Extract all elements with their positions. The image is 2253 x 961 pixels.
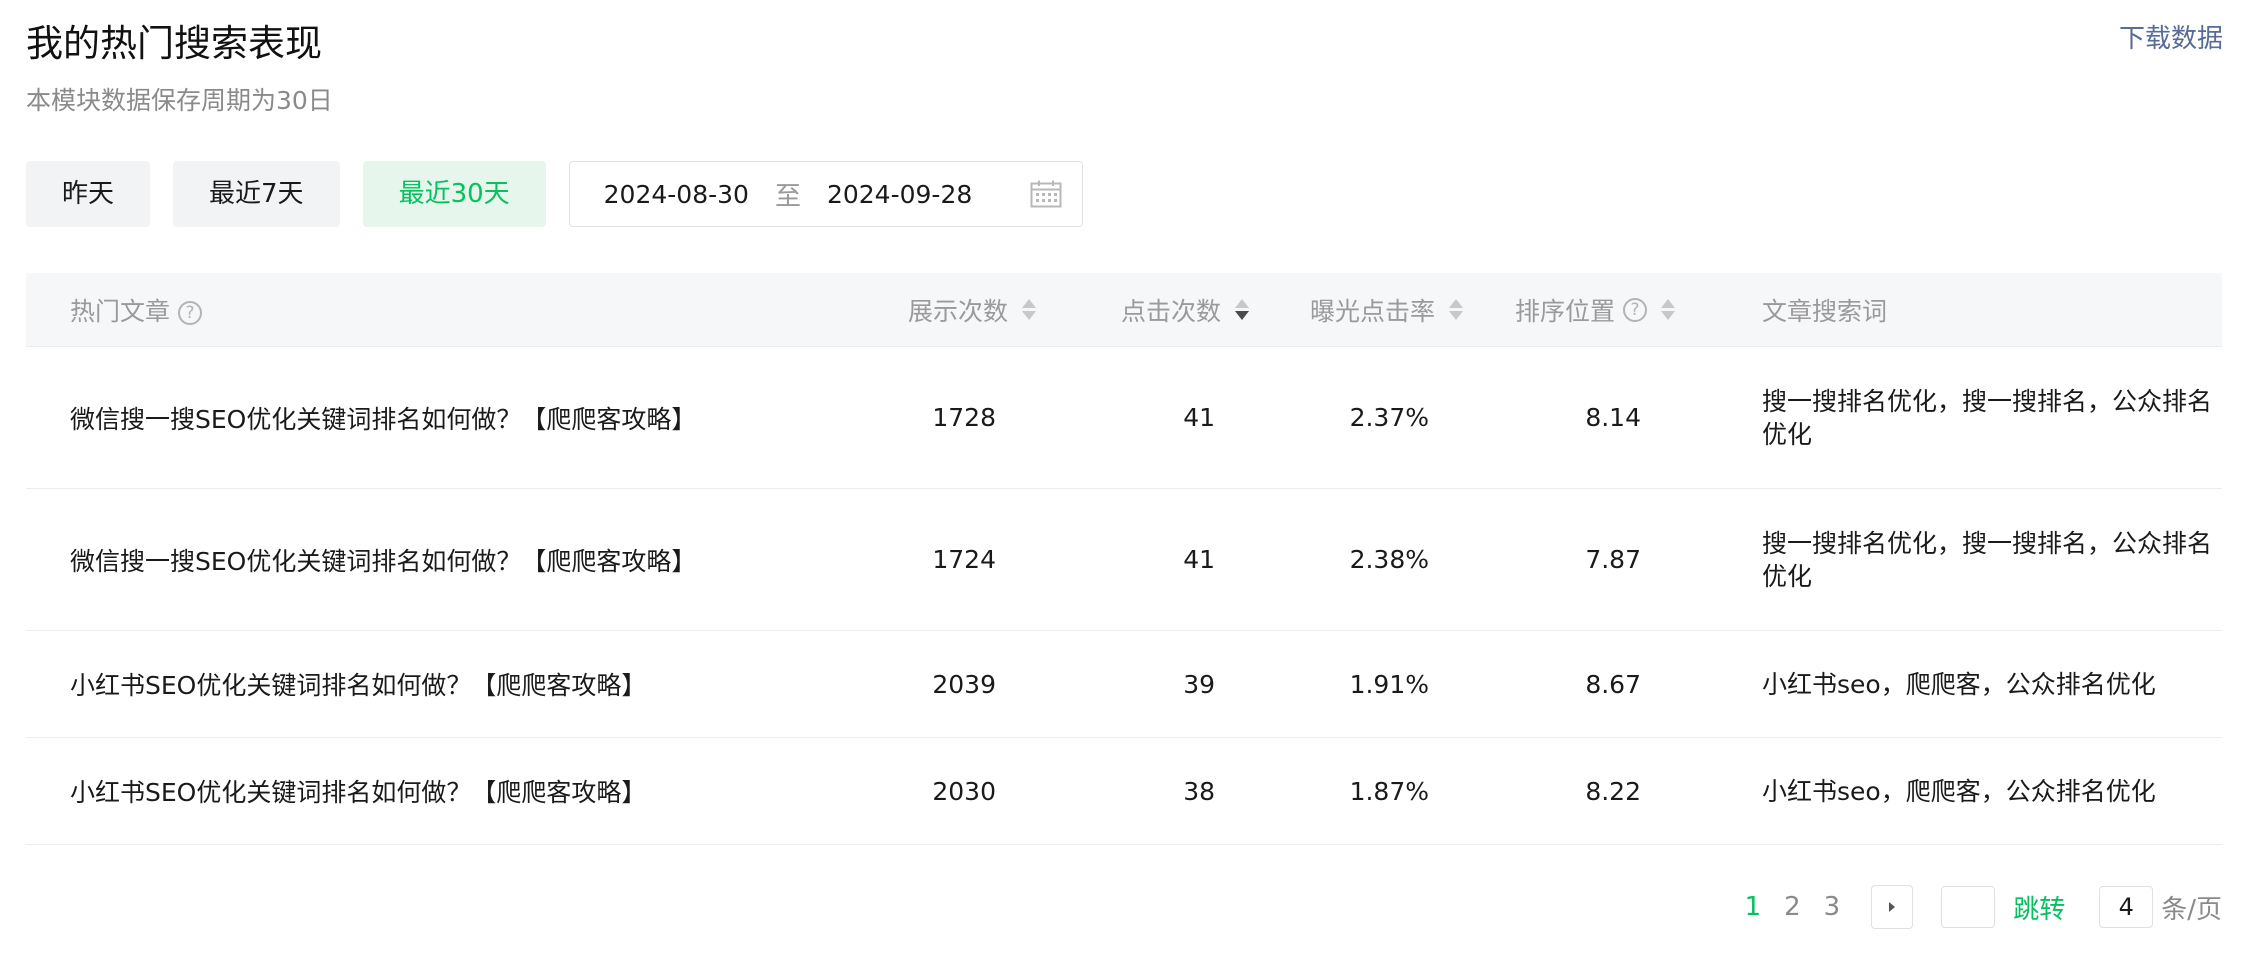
next-page-button[interactable] <box>1871 885 1914 929</box>
sort-icon[interactable] <box>1022 295 1036 325</box>
date-start-field[interactable]: 2024-08-30 <box>604 180 749 209</box>
ctr-cell: 2.37% <box>1349 403 1429 432</box>
column-header-impressions-label: 展示次数 <box>907 296 1008 326</box>
column-header-clicks-label: 点击次数 <box>1120 296 1221 326</box>
keywords-text: 搜一搜排名优化，搜一搜排名，公众排名优化 <box>1762 528 2213 591</box>
chevron-right-icon <box>1889 902 1896 912</box>
table-row: 微信搜一搜SEO优化关键词排名如何做？【爬爬客攻略】 1728 41 2.37%… <box>26 347 2222 489</box>
keywords-cell: 小红书seo，爬爬客，公众排名优化 <box>1675 668 2222 701</box>
sort-icon[interactable] <box>1449 295 1463 325</box>
keywords-cell: 搜一搜排名优化，搜一搜排名，公众排名优化 <box>1675 527 2222 593</box>
clicks-cell: 39 <box>1183 669 1215 699</box>
sort-descending-icon[interactable] <box>1235 295 1249 325</box>
sort-icon[interactable] <box>1661 295 1675 325</box>
column-header-ctr[interactable]: 曝光点击率 <box>1249 292 1463 328</box>
impressions-cell: 1724 <box>932 545 996 574</box>
ctr-cell: 1.91% <box>1349 669 1429 699</box>
column-header-title-label: 热门文章 <box>70 296 171 326</box>
table-header: 热门文章? 展示次数 点击次数 曝光点击率 排序位置? 文章搜索词 <box>26 273 2222 347</box>
page-1-link[interactable]: 1 <box>1745 892 1762 922</box>
page-size-unit: 条/页 <box>2161 894 2222 925</box>
rank-cell: 8.22 <box>1585 776 1641 806</box>
column-header-rank-label: 排序位置 <box>1514 296 1615 326</box>
article-title[interactable]: 小红书SEO优化关键词排名如何做？【爬爬客攻略】 <box>26 666 821 702</box>
date-filter-bar: 昨天 最近7天 最近30天 2024-08-30 至 2024-09-28 <box>26 161 1083 227</box>
filter-last-30-days-button[interactable]: 最近30天 <box>362 161 546 227</box>
hot-articles-table: 热门文章? 展示次数 点击次数 曝光点击率 排序位置? 文章搜索词 微信搜一搜S… <box>26 273 2222 845</box>
hot-search-performance-panel: 我的热门搜索表现 本模块数据保存周期为30日 下载数据 昨天 最近7天 最近30… <box>0 0 2253 961</box>
date-end-field[interactable]: 2024-09-28 <box>827 180 972 209</box>
page-size-input[interactable] <box>2099 886 2154 928</box>
keywords-text: 搜一搜排名优化，搜一搜排名，公众排名优化 <box>1762 386 2213 449</box>
filter-yesterday-button[interactable]: 昨天 <box>26 161 151 227</box>
keywords-cell: 搜一搜排名优化，搜一搜排名，公众排名优化 <box>1675 385 2222 451</box>
page-subtitle: 本模块数据保存周期为30日 <box>26 86 333 115</box>
article-title[interactable]: 微信搜一搜SEO优化关键词排名如何做？【爬爬客攻略】 <box>26 400 821 436</box>
page-title: 我的热门搜索表现 <box>26 22 322 65</box>
clicks-cell: 38 <box>1183 776 1215 806</box>
column-header-title: 热门文章? <box>26 292 821 328</box>
page-2-link[interactable]: 2 <box>1784 892 1801 922</box>
page-jump-input[interactable] <box>1941 886 1996 928</box>
impressions-cell: 2030 <box>932 776 996 806</box>
jump-button[interactable]: 跳转 <box>2013 889 2065 926</box>
impressions-cell: 1728 <box>932 403 996 432</box>
keywords-text: 小红书seo，爬爬客，公众排名优化 <box>1762 669 2156 699</box>
date-range-picker[interactable]: 2024-08-30 至 2024-09-28 <box>568 161 1083 227</box>
clicks-cell: 41 <box>1183 545 1215 574</box>
question-icon[interactable]: ? <box>1623 297 1647 322</box>
column-header-keywords: 文章搜索词 <box>1762 296 1888 326</box>
impressions-cell: 2039 <box>932 669 996 699</box>
column-header-impressions[interactable]: 展示次数 <box>821 292 1036 328</box>
rank-cell: 8.67 <box>1585 669 1641 699</box>
ctr-cell: 2.38% <box>1349 545 1429 574</box>
table-row: 微信搜一搜SEO优化关键词排名如何做？【爬爬客攻略】 1724 41 2.38%… <box>26 489 2222 631</box>
page-3-link[interactable]: 3 <box>1824 892 1841 922</box>
column-header-clicks[interactable]: 点击次数 <box>1036 292 1249 328</box>
rank-cell: 7.87 <box>1585 545 1641 574</box>
ctr-cell: 1.87% <box>1349 776 1429 806</box>
question-icon[interactable]: ? <box>178 300 203 325</box>
filter-last-7-days-button[interactable]: 最近7天 <box>173 161 340 227</box>
download-data-link[interactable]: 下载数据 <box>2119 20 2223 58</box>
calendar-icon[interactable] <box>1030 180 1062 208</box>
article-title[interactable]: 小红书SEO优化关键词排名如何做？【爬爬客攻略】 <box>26 773 821 809</box>
keywords-cell: 小红书seo，爬爬客，公众排名优化 <box>1675 775 2222 808</box>
pagination: 1 2 3 跳转 条/页 <box>1745 885 2222 929</box>
article-title[interactable]: 微信搜一搜SEO优化关键词排名如何做？【爬爬客攻略】 <box>26 542 821 578</box>
date-separator: 至 <box>774 181 801 212</box>
clicks-cell: 41 <box>1183 403 1215 432</box>
keywords-text: 小红书seo，爬爬客，公众排名优化 <box>1762 776 2156 806</box>
column-header-ctr-label: 曝光点击率 <box>1309 296 1435 326</box>
rank-cell: 8.14 <box>1585 403 1641 432</box>
column-header-rank[interactable]: 排序位置? <box>1463 292 1675 328</box>
table-row: 小红书SEO优化关键词排名如何做？【爬爬客攻略】 2039 39 1.91% 8… <box>26 631 2222 738</box>
table-row: 小红书SEO优化关键词排名如何做？【爬爬客攻略】 2030 38 1.87% 8… <box>26 738 2222 845</box>
